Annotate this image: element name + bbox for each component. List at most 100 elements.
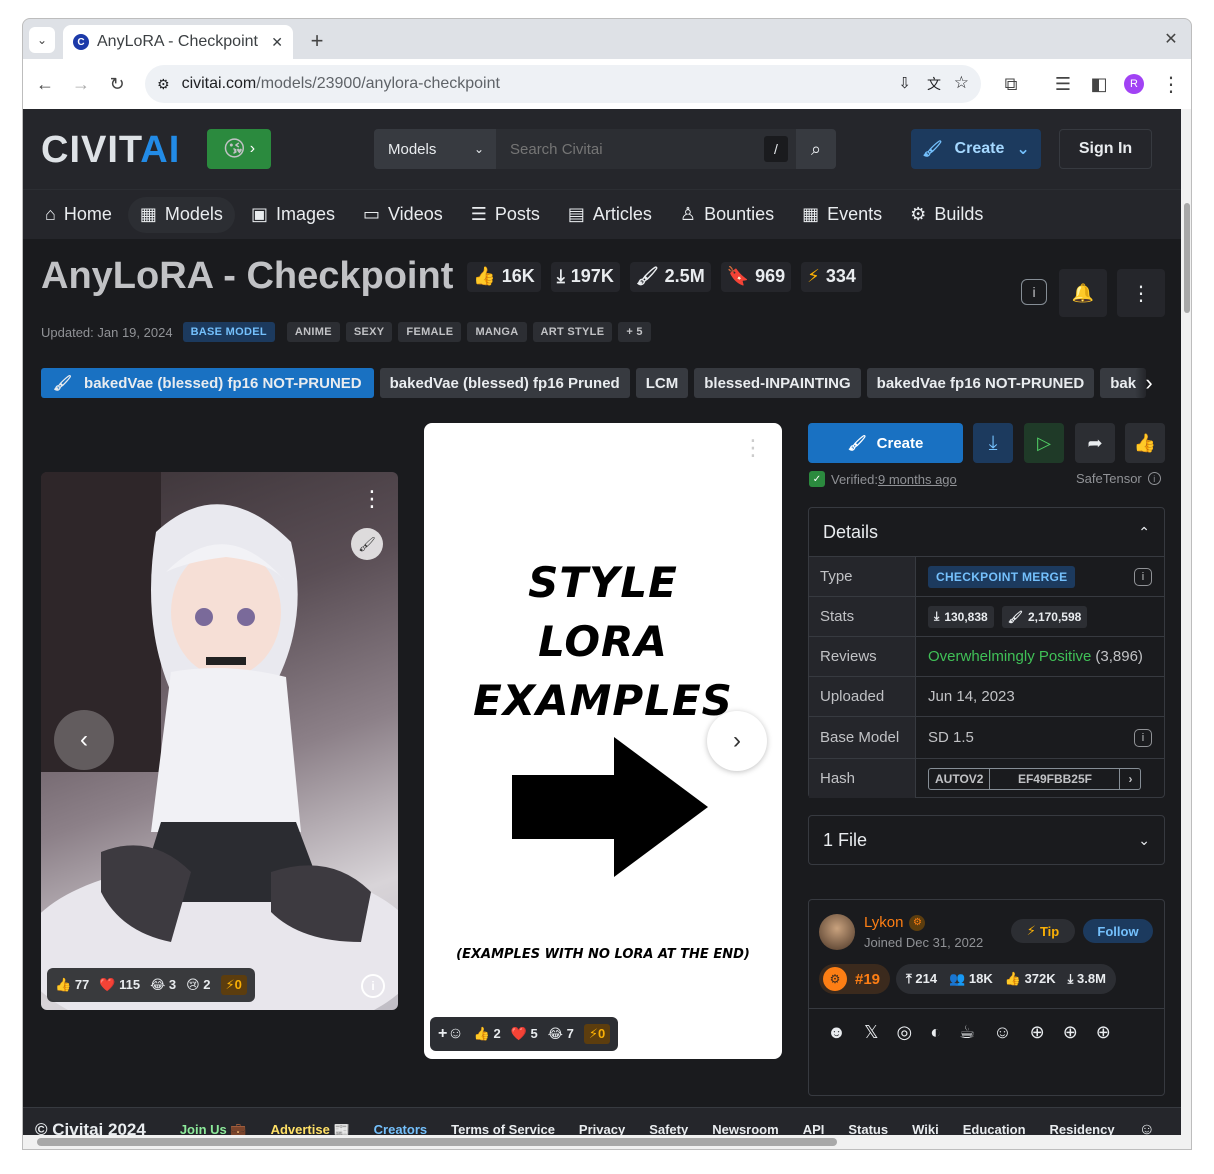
version-tab[interactable]: LCM xyxy=(635,368,689,398)
globe-icon[interactable]: ⊕ xyxy=(1096,1022,1111,1043)
patreon-icon[interactable]: ◐ xyxy=(930,1022,941,1043)
cry-reaction[interactable]: 😢 2 xyxy=(186,977,210,993)
verified-time[interactable]: 9 months ago xyxy=(878,472,957,487)
civitai-logo[interactable]: CIVITAI xyxy=(41,131,180,169)
prev-arrow-icon[interactable]: ‹ xyxy=(54,710,114,770)
version-tab-active[interactable]: 🖌 bakedVae (blessed) fp16 NOT-PRUNED xyxy=(41,368,374,398)
nav-builds[interactable]: ⚙ Builds xyxy=(898,197,995,233)
nav-posts[interactable]: ☰ Posts xyxy=(459,197,552,233)
search-scope-select[interactable]: Models ⌄ xyxy=(374,129,496,169)
heart-reaction[interactable]: ❤️ 5 xyxy=(511,1026,538,1042)
like-reaction[interactable]: 👍 77 xyxy=(55,977,89,993)
browser-tab[interactable]: C AnyLoRA - Checkpoint ✕ xyxy=(63,25,293,59)
side-panel-icon[interactable]: ◧ xyxy=(1085,70,1113,98)
remix-brush-icon[interactable]: 🖌 xyxy=(351,528,383,560)
notify-bell-icon[interactable]: 🔔 xyxy=(1059,269,1107,317)
extensions-icon[interactable]: ⧉ xyxy=(997,70,1025,98)
scroll-thumb[interactable] xyxy=(1184,203,1190,313)
nav-videos[interactable]: ▭ Videos xyxy=(351,197,455,233)
bookmark-star-icon[interactable]: ☆ xyxy=(954,73,969,93)
info-icon[interactable]: i xyxy=(1147,472,1161,485)
laugh-reaction[interactable]: 😂 3 xyxy=(150,977,176,993)
like-button-icon[interactable]: 👍 xyxy=(1125,423,1165,463)
version-tab[interactable]: blessed-INPAINTING xyxy=(694,368,861,398)
vertical-scrollbar[interactable] xyxy=(1181,109,1191,1149)
horizontal-scrollbar[interactable] xyxy=(23,1135,1181,1149)
gallery-card[interactable]: ⋮ STYLE LORA EXAMPLES (EXAMPLES WITH NO … xyxy=(424,423,782,1059)
info-icon[interactable]: i xyxy=(1134,567,1152,586)
nav-home[interactable]: ⌂ Home xyxy=(33,197,124,233)
version-tab[interactable]: bakedVae fp16 NOT-PRUNED xyxy=(866,368,1095,398)
chrome-menu-icon[interactable]: ⋮ xyxy=(1157,70,1185,98)
profile-avatar[interactable]: R xyxy=(1124,74,1144,94)
tag-badge[interactable]: MANGA xyxy=(467,322,527,342)
address-bar[interactable]: ⚙ civitai.com/models/23900/anylora-check… xyxy=(145,65,981,103)
create-generate-button[interactable]: 🖌 Create xyxy=(808,423,963,463)
gallery-card[interactable]: ⋮ 🖌 ‹ 👍 77 ❤️ 115 😂 3 😢 2 ⚡0 i xyxy=(41,472,398,1010)
tag-badge[interactable]: ANIME xyxy=(286,322,340,342)
info-icon[interactable]: i xyxy=(1021,279,1047,305)
image-info-icon[interactable]: i xyxy=(361,974,385,998)
nav-articles[interactable]: ▤ Articles xyxy=(556,197,664,233)
install-icon[interactable]: ⇩ xyxy=(898,74,911,92)
media-icon[interactable]: ☰ xyxy=(1049,70,1077,98)
creator-name[interactable]: Lykon xyxy=(864,914,903,931)
civitai-social-icon[interactable]: ☻ xyxy=(827,1022,846,1043)
create-dropdown-button[interactable]: 🖌 Create ⌄ xyxy=(911,129,1041,169)
scroll-right-icon[interactable]: › xyxy=(1135,368,1163,398)
instagram-icon[interactable]: ◎ xyxy=(896,1022,912,1043)
globe-icon[interactable]: ⊕ xyxy=(1063,1022,1078,1043)
follow-button[interactable]: Follow xyxy=(1083,919,1153,943)
buzz-tip[interactable]: ⚡0 xyxy=(583,1024,611,1044)
version-tab[interactable]: bakedVae (blessed) fp16 Pruned xyxy=(379,368,630,398)
buzz-tip[interactable]: ⚡0 xyxy=(220,975,247,995)
nav-images[interactable]: ▣ Images xyxy=(239,197,347,233)
details-header[interactable]: Details ⌃ xyxy=(809,508,1164,556)
files-accordion[interactable]: 1 File ⌄ xyxy=(808,815,1165,865)
globe-icon[interactable]: ⊕ xyxy=(1030,1022,1045,1043)
next-arrow-icon[interactable]: › xyxy=(707,711,767,771)
hash-type[interactable]: AUTOV2 xyxy=(929,768,991,789)
tag-badge[interactable]: SEXY xyxy=(345,322,393,342)
site-info-icon[interactable]: ⚙ xyxy=(157,76,170,93)
tag-badge[interactable]: FEMALE xyxy=(398,322,462,342)
nav-bounties[interactable]: ♙ Bounties xyxy=(668,197,786,233)
sign-in-button[interactable]: Sign In xyxy=(1059,129,1152,169)
card-menu-icon[interactable]: ⋮ xyxy=(361,488,383,510)
share-icon[interactable]: ➦ xyxy=(1075,423,1115,463)
hash-value[interactable]: EF49FBB25F xyxy=(990,768,1121,789)
heart-reaction[interactable]: ❤️ 115 xyxy=(99,977,140,993)
more-options-icon[interactable]: ⋮ xyxy=(1117,269,1165,317)
new-tab-icon[interactable]: + xyxy=(303,27,331,55)
forward-icon[interactable]: → xyxy=(67,70,95,98)
back-icon[interactable]: ← xyxy=(31,70,59,98)
laugh-reaction[interactable]: 😂 7 xyxy=(548,1026,574,1042)
detail-key: Reviews xyxy=(809,637,916,676)
tab-search-button[interactable]: ⌄ xyxy=(29,27,55,53)
like-reaction[interactable]: 👍 2 xyxy=(474,1026,501,1042)
nav-models[interactable]: ▦ Models xyxy=(127,196,235,233)
close-tab-icon[interactable]: ✕ xyxy=(271,34,283,51)
search-input[interactable] xyxy=(496,129,764,169)
chevron-right-icon[interactable]: › xyxy=(1120,769,1140,789)
tip-button[interactable]: ⚡ Tip xyxy=(1011,919,1075,943)
add-reaction-icon[interactable]: +☺ xyxy=(438,1025,464,1043)
x-twitter-icon[interactable]: 𝕏 xyxy=(864,1022,879,1043)
scroll-thumb[interactable] xyxy=(37,1138,837,1146)
emoji-promo-button[interactable]: 😘 › xyxy=(207,129,271,169)
tag-badge[interactable]: ART STYLE xyxy=(532,322,613,342)
kofi-icon[interactable]: ☕ xyxy=(959,1022,975,1043)
nav-events[interactable]: ▦ Events xyxy=(790,197,894,233)
card-menu-icon[interactable]: ⋮ xyxy=(742,437,764,459)
translate-icon[interactable]: 文 xyxy=(927,74,941,94)
reload-icon[interactable]: ↻ xyxy=(103,70,131,98)
play-icon[interactable]: ▷ xyxy=(1024,423,1064,463)
more-tags-badge[interactable]: + 5 xyxy=(618,322,651,342)
close-window-icon[interactable]: ✕ xyxy=(1157,25,1185,53)
download-icon[interactable]: ⤓ xyxy=(973,423,1013,463)
discord-icon[interactable]: ☺ xyxy=(993,1022,1011,1043)
reviews-verdict[interactable]: Overwhelmingly Positive xyxy=(928,648,1091,665)
creator-avatar[interactable] xyxy=(819,914,855,950)
search-icon[interactable]: ⌕ xyxy=(796,129,836,169)
info-icon[interactable]: i xyxy=(1134,728,1152,747)
